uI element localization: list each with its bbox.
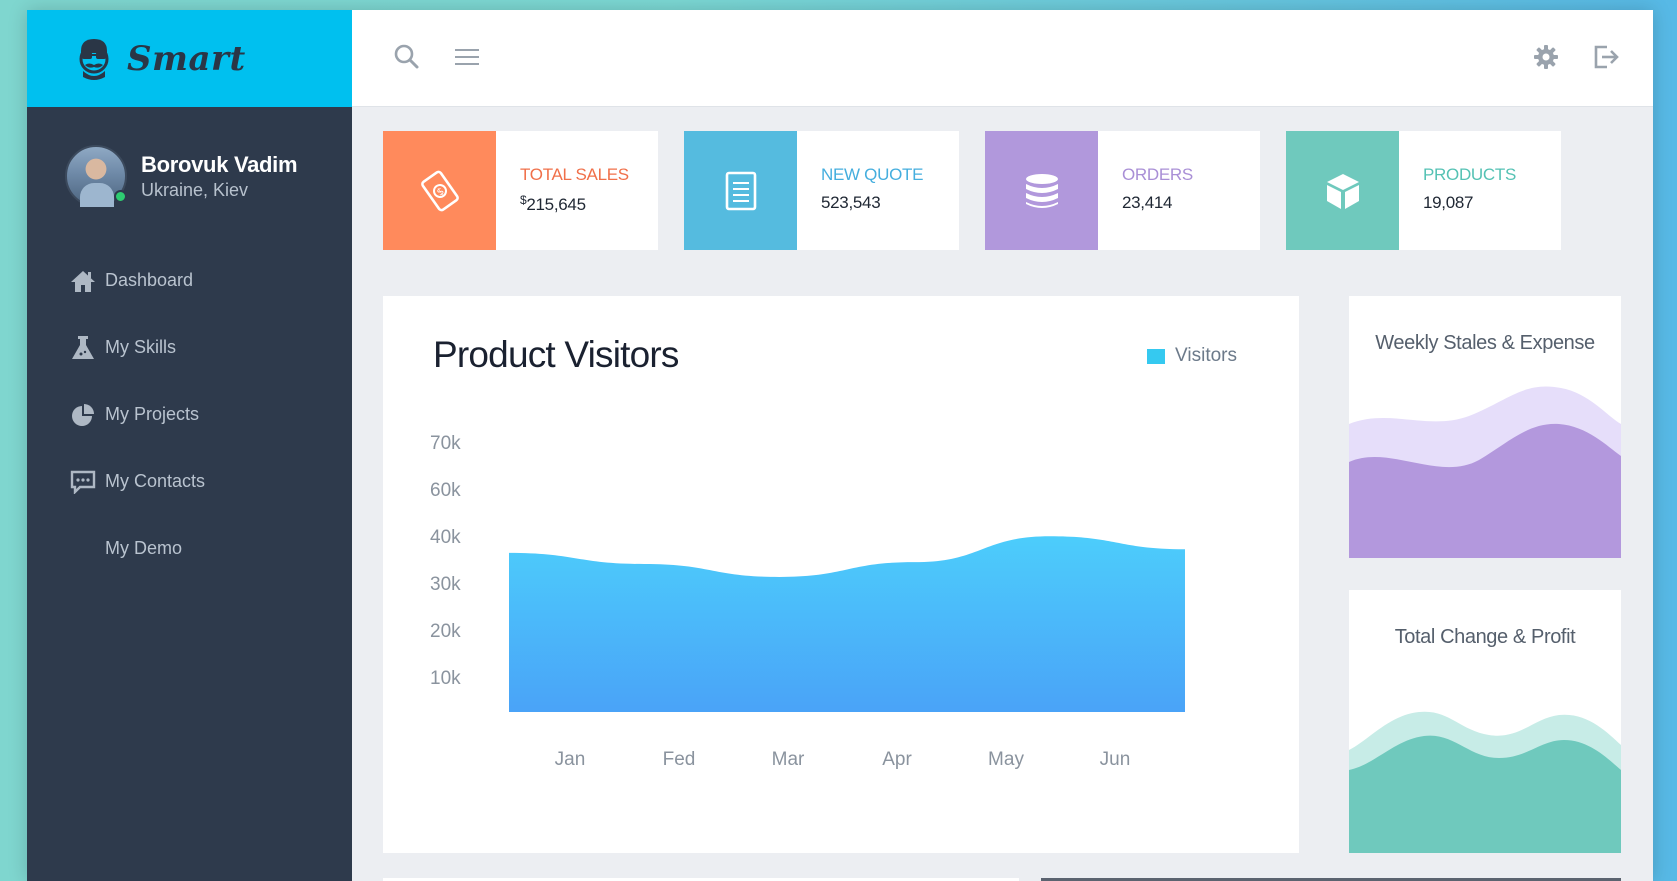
weekly-sales-expense-panel: Weekly Stales & Expense: [1349, 296, 1621, 558]
sidebar: Borovuk Vadim Ukraine, Kiev Dashboard My…: [27, 107, 352, 881]
mustache-guy-icon: [79, 38, 109, 80]
stat-value: $215,645: [520, 193, 629, 215]
cube-icon: [1286, 131, 1399, 250]
sidebar-item-dashboard[interactable]: Dashboard: [27, 247, 352, 314]
avatar[interactable]: [65, 145, 127, 207]
sidebar-item-label: My Skills: [105, 337, 176, 357]
panel-title: Weekly Stales & Expense: [1375, 332, 1595, 354]
stat-label: NEW QUOTE: [821, 165, 924, 184]
total-change-profit-panel: Total Change & Profit: [1349, 590, 1621, 853]
panel-title: Total Change & Profit: [1394, 626, 1576, 648]
x-tick-label: Fed: [663, 749, 696, 770]
product-visitors-panel: 70k 60k 40k 30k 20k 10k Jan Fed Mar Apr May Jun Pro…: [383, 296, 1299, 853]
x-tick-label: Apr: [882, 749, 912, 770]
stat-card-orders[interactable]: ORDERS 23,414: [985, 131, 1260, 250]
legend-swatch: [1147, 348, 1166, 364]
stat-value: 23,414: [1122, 193, 1173, 212]
chat-bubble-icon: [69, 469, 97, 495]
sidebar-item-label: My Demo: [105, 538, 183, 558]
sidebar-item-contacts[interactable]: My Contacts: [27, 448, 352, 515]
y-tick-label: 10k: [430, 668, 461, 689]
profile-location: Ukraine, Kiev: [141, 179, 249, 200]
y-tick-label: 70k: [430, 433, 461, 454]
visitors-area-chart: 70k 60k 40k 30k 20k 10k Jan Fed Mar Apr May Jun: [430, 433, 1185, 770]
top-bar: [352, 10, 1653, 107]
flask-icon: [69, 335, 97, 361]
visitors-area-series[interactable]: [509, 536, 1185, 712]
x-tick-label: Jan: [555, 749, 586, 770]
sidebar-nav: Dashboard My Skills My Projects My Conta…: [27, 247, 352, 582]
panel-title: Product Visitors: [433, 334, 679, 375]
sidebar-item-label: Dashboard: [105, 270, 194, 290]
home-icon: [69, 268, 97, 294]
database-icon: [985, 131, 1098, 250]
y-tick-label: 40k: [430, 527, 461, 548]
logout-icon[interactable]: [1591, 42, 1621, 72]
document-icon: [684, 131, 797, 250]
search-icon[interactable]: [392, 42, 422, 72]
y-tick-label: 60k: [430, 480, 461, 501]
brand-name: Smart: [127, 38, 246, 79]
x-tick-label: Jun: [1100, 749, 1131, 770]
money-bill-icon: $: [383, 131, 496, 250]
stat-card-products[interactable]: PRODUCTS 19,087: [1286, 131, 1561, 250]
stat-card-new-quote[interactable]: NEW QUOTE 523,543: [684, 131, 959, 250]
stat-number: 215,645: [526, 195, 586, 214]
sidebar-item-demo[interactable]: My Demo: [27, 515, 352, 582]
user-profile[interactable]: Borovuk Vadim Ukraine, Kiev: [65, 145, 298, 207]
online-status-dot: [114, 190, 127, 203]
stat-label: ORDERS: [1122, 165, 1193, 184]
chart-legend[interactable]: Visitors: [1147, 345, 1237, 367]
gear-icon[interactable]: [1531, 42, 1561, 72]
stat-card-total-sales[interactable]: $ TOTAL SALES $215,645: [383, 131, 658, 250]
sidebar-item-label: My Projects: [105, 404, 200, 424]
stat-label: PRODUCTS: [1423, 165, 1516, 184]
sidebar-item-projects[interactable]: My Projects: [27, 381, 352, 448]
brand-header[interactable]: Smart: [27, 10, 352, 107]
y-tick-label: 30k: [430, 574, 461, 595]
profile-name: Borovuk Vadim: [141, 151, 298, 177]
stat-value: 19,087: [1423, 193, 1474, 212]
sidebar-item-label: My Contacts: [105, 471, 206, 491]
blank-icon: [69, 536, 97, 562]
legend-label: Visitors: [1175, 345, 1237, 366]
stat-label: TOTAL SALES: [520, 165, 629, 184]
app-window: Smart Borovuk Vadim Ukraine, Kiev Dashbo…: [27, 10, 1653, 881]
x-tick-label: May: [988, 749, 1024, 770]
sidebar-item-skills[interactable]: My Skills: [27, 314, 352, 381]
pie-chart-icon: [69, 402, 97, 428]
hamburger-menu-icon[interactable]: [452, 42, 482, 72]
stat-value: 523,543: [821, 193, 881, 212]
x-tick-label: Mar: [772, 749, 805, 770]
y-tick-label: 20k: [430, 621, 461, 642]
